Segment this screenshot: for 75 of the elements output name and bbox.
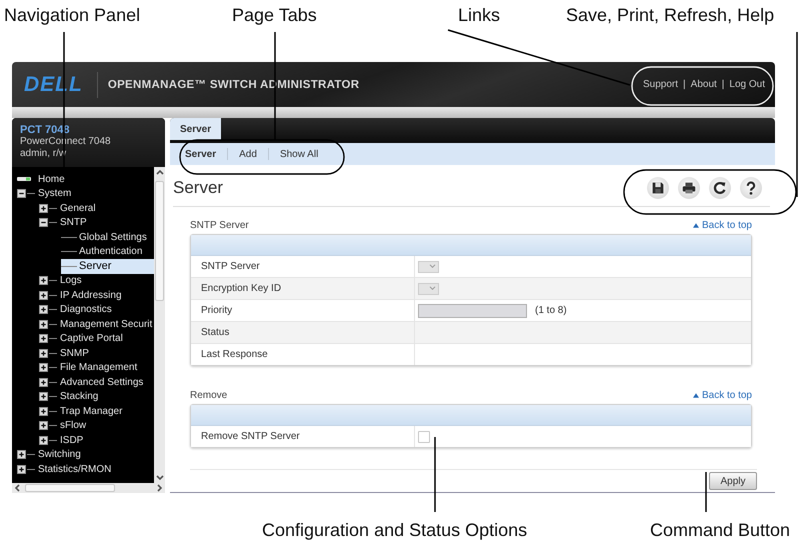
save-icon: [650, 180, 666, 196]
field-label: Status: [191, 322, 415, 343]
callout-label: Configuration and Status Options: [262, 519, 528, 541]
tree-item[interactable]: Global Settings: [61, 230, 154, 244]
logo: DELL: [12, 72, 98, 98]
field-label: SNTP Server: [191, 256, 415, 277]
up-triangle-icon: [692, 393, 699, 398]
product-title: OPENMANAGE™ SWITCH ADMINISTRATOR: [108, 78, 360, 90]
tab[interactable]: Server: [170, 118, 222, 140]
tree-item[interactable]: Captive Portal: [39, 332, 154, 346]
apply-button[interactable]: Apply: [709, 472, 757, 490]
tree-item[interactable]: General: [39, 201, 154, 216]
home-icon: [17, 176, 31, 182]
back-to-top-link[interactable]: Back to top: [692, 220, 752, 231]
printer-icon: [681, 180, 697, 196]
tree-item[interactable]: Authentication: [61, 244, 154, 259]
leader-line: [705, 472, 707, 512]
tree-item[interactable]: Advanced Settings: [39, 375, 154, 390]
header-link[interactable]: About: [690, 79, 717, 90]
link-separator: |: [683, 79, 686, 90]
tree-item[interactable]: File Management: [39, 360, 154, 375]
chevron-down-icon: [429, 264, 436, 269]
callout-label: Links: [458, 4, 500, 26]
callout-label: Save, Print, Refresh, Help: [566, 4, 774, 26]
tree-item[interactable]: Diagnostics: [39, 302, 154, 317]
checkbox[interactable]: [418, 430, 430, 442]
sub-tab[interactable]: Add: [228, 148, 269, 160]
sub-tab[interactable]: Server: [174, 148, 228, 160]
section-title: SNTP Server: [190, 220, 249, 231]
tree-item[interactable]: Home: [17, 172, 154, 186]
page-title: Server: [173, 178, 224, 198]
tree-item[interactable]: Switching: [17, 448, 154, 462]
tree-item[interactable]: ISDP: [39, 433, 154, 448]
section-title: Remove: [190, 390, 228, 401]
tree-item[interactable]: Management Securit: [39, 317, 154, 332]
horizontal-scrollbar[interactable]: [12, 483, 165, 493]
scroll-right-icon[interactable]: [155, 483, 165, 493]
tree-item[interactable]: sFlow: [39, 418, 154, 433]
field-label: Last Response: [191, 344, 415, 365]
scroll-down-icon[interactable]: [154, 473, 164, 483]
link-separator: |: [722, 79, 724, 90]
scroll-up-icon[interactable]: [154, 167, 164, 177]
scrollbar-thumb[interactable]: [155, 181, 164, 301]
tree-item[interactable]: SNMP: [39, 346, 154, 360]
tree-item[interactable]: IP Addressing: [39, 288, 154, 302]
header-link[interactable]: Support: [643, 79, 678, 90]
sub-tab[interactable]: Show All: [268, 148, 330, 160]
vertical-scrollbar[interactable]: [154, 167, 165, 483]
up-triangle-icon: [692, 223, 699, 228]
help-button[interactable]: [740, 176, 762, 198]
callout-label: Command Button: [650, 519, 790, 541]
field-label: Priority: [191, 300, 415, 321]
device-model: PowerConnect 7048: [20, 136, 112, 148]
tree-item[interactable]: Stacking: [39, 390, 154, 404]
tree-item[interactable]: Trap Manager: [39, 404, 154, 418]
field-label: Remove SNTP Server: [191, 426, 415, 447]
tree-item[interactable]: Statistics/RMON: [17, 462, 154, 476]
refresh-button[interactable]: [709, 176, 731, 198]
tree-item[interactable]: System: [17, 186, 154, 201]
tree-item[interactable]: Server: [61, 259, 154, 274]
refresh-icon: [712, 180, 728, 196]
header-link[interactable]: Log Out: [729, 79, 765, 90]
range-hint: (1 to 8): [535, 305, 567, 316]
callout-label: Navigation Panel: [4, 4, 140, 26]
tree-item[interactable]: Logs: [39, 274, 154, 288]
print-button[interactable]: [678, 176, 700, 198]
field-label: Encryption Key ID: [191, 278, 415, 299]
back-to-top-link[interactable]: Back to top: [692, 390, 752, 401]
device-name: PCT 7048: [20, 124, 71, 136]
callout-label: Page Tabs: [232, 4, 317, 26]
scroll-left-icon[interactable]: [12, 483, 22, 493]
tree-item[interactable]: SNTP: [39, 216, 154, 230]
save-button[interactable]: [647, 176, 669, 198]
scrollbar-thumb[interactable]: [25, 484, 115, 492]
chevron-down-icon: [429, 286, 436, 291]
